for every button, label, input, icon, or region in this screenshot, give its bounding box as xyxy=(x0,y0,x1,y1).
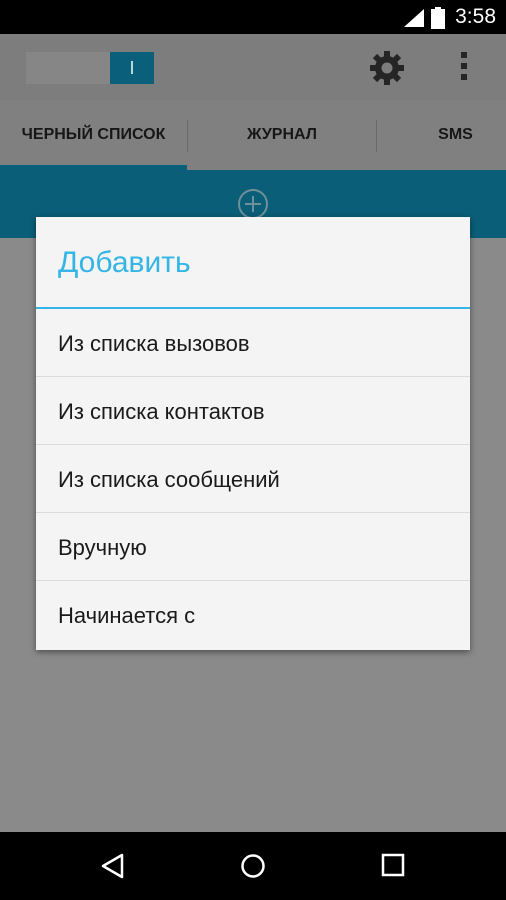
menu-item-from-contacts[interactable]: Из списка контактов xyxy=(36,377,470,445)
back-icon[interactable] xyxy=(100,853,126,879)
signal-icon xyxy=(404,9,424,27)
battery-icon xyxy=(431,7,445,29)
tab-sms[interactable]: SMS xyxy=(377,100,506,170)
add-circle-icon[interactable] xyxy=(237,188,269,220)
blocking-toggle[interactable]: I xyxy=(26,52,154,84)
menu-item-manual[interactable]: Вручную xyxy=(36,513,470,581)
status-bar: 3:58 xyxy=(0,0,506,34)
tab-log[interactable]: ЖУРНАЛ xyxy=(188,100,376,170)
tab-blacklist[interactable]: ЧЕРНЫЙ СПИСОК xyxy=(0,100,187,170)
menu-item-from-calls[interactable]: Из списка вызовов xyxy=(36,309,470,377)
home-icon[interactable] xyxy=(240,853,266,879)
status-time: 3:58 xyxy=(455,5,496,28)
navigation-bar xyxy=(0,832,506,900)
recent-apps-icon[interactable] xyxy=(381,853,405,877)
gear-icon[interactable] xyxy=(368,49,406,87)
toggle-knob: I xyxy=(110,52,154,84)
menu-item-starts-with[interactable]: Начинается с xyxy=(36,581,470,649)
dialog-title: Добавить xyxy=(58,246,191,279)
dialog-menu-list: Из списка вызовов Из списка контактов Из… xyxy=(36,309,470,649)
tab-bar: ЧЕРНЫЙ СПИСОК ЖУРНАЛ SMS xyxy=(0,100,506,170)
app-bar: I xyxy=(0,34,506,100)
add-dialog: Добавить Из списка вызовов Из списка кон… xyxy=(36,217,470,650)
menu-item-from-messages[interactable]: Из списка сообщений xyxy=(36,445,470,513)
overflow-menu-icon[interactable] xyxy=(461,52,467,85)
